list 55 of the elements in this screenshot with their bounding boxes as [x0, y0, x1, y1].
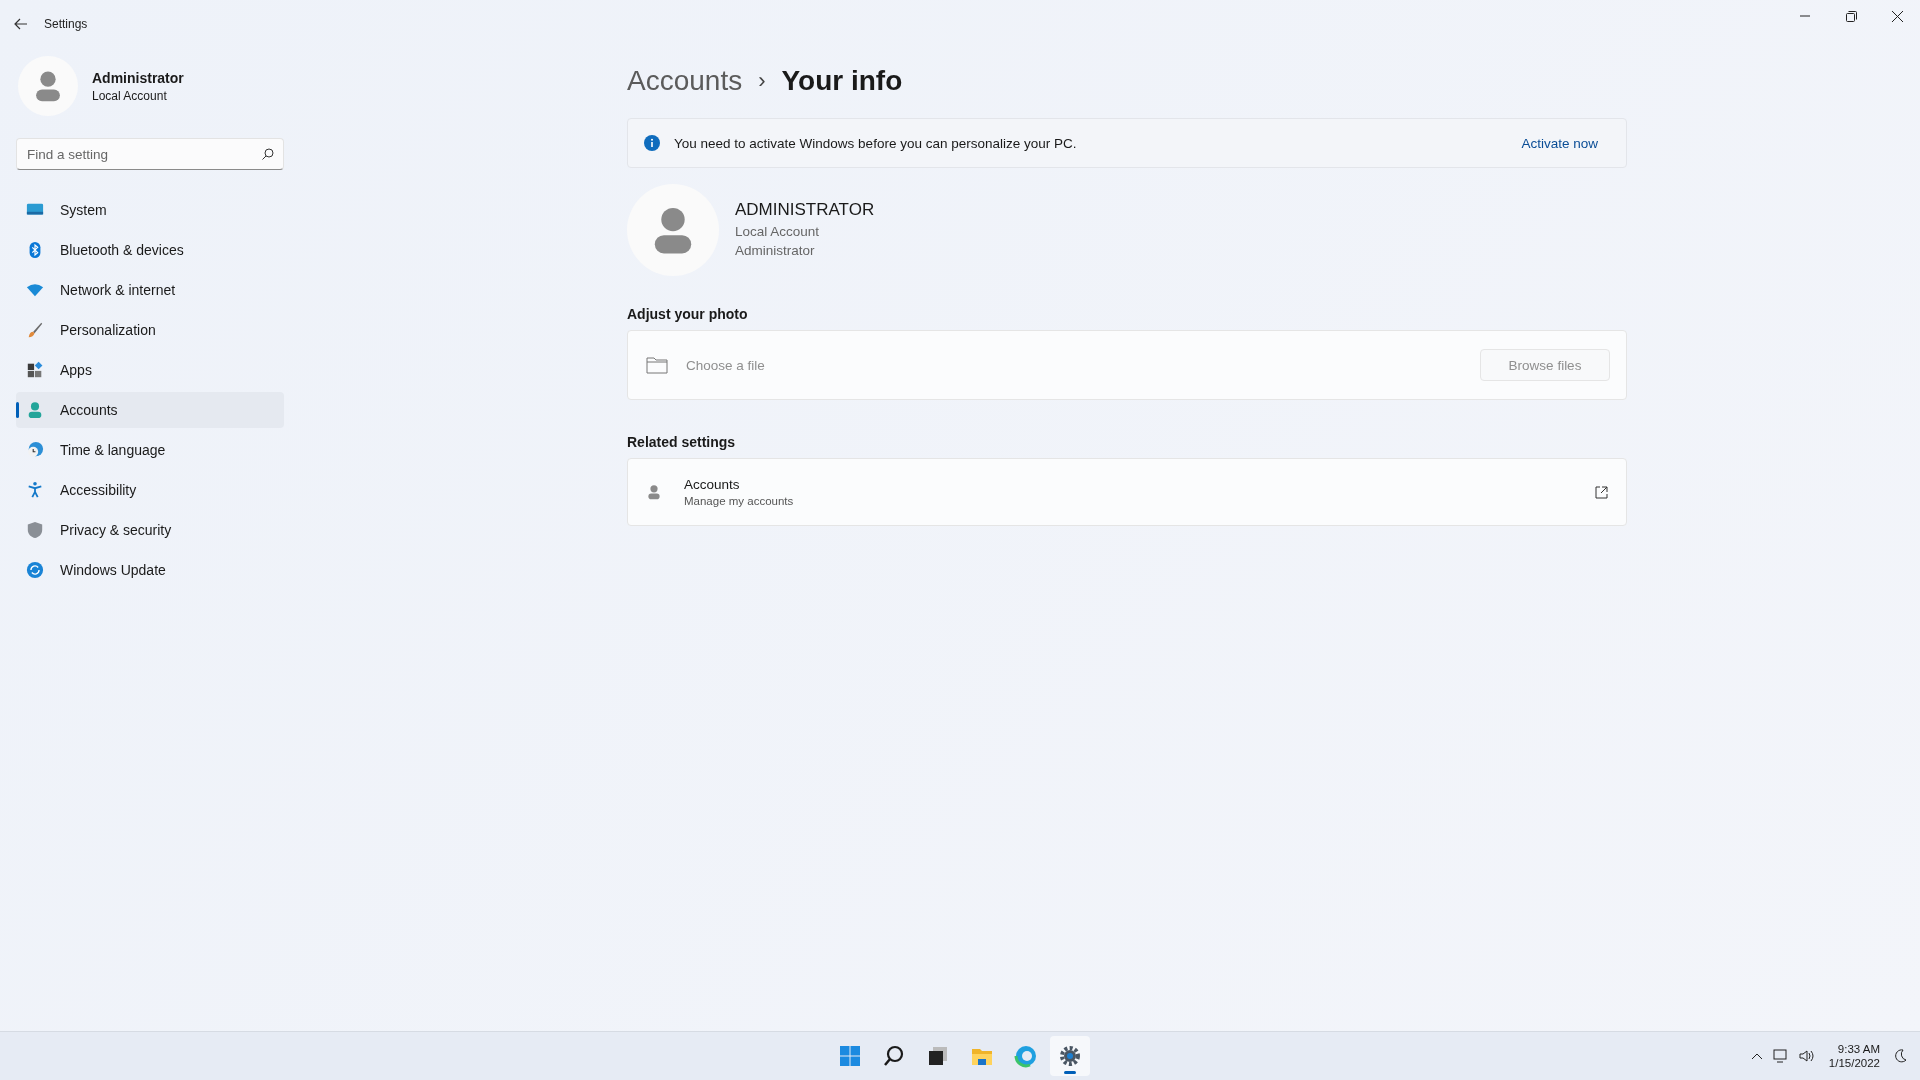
- search-icon: [262, 148, 274, 160]
- page-title: Your info: [781, 65, 903, 97]
- volume-icon[interactable]: [1798, 1049, 1815, 1063]
- info-icon: [644, 135, 660, 151]
- sidebar-item[interactable]: Bluetooth & devices: [16, 232, 284, 268]
- restore-icon: [1845, 10, 1857, 22]
- sidebar-item[interactable]: Accessibility: [16, 472, 284, 508]
- sidebar-item[interactable]: System: [16, 192, 284, 228]
- person-icon: [26, 401, 44, 419]
- related-setting-link[interactable]: Accounts Manage my accounts: [627, 458, 1627, 526]
- task-view-icon: [926, 1044, 950, 1068]
- sidebar-item[interactable]: Accounts: [16, 392, 284, 428]
- globe-clock-icon: [26, 441, 44, 459]
- activate-link[interactable]: Activate now: [1521, 135, 1598, 151]
- banner-message: You need to activate Windows before you can personalize your PC.: [674, 135, 1077, 151]
- section-heading: Related settings: [627, 434, 737, 450]
- taskbar-button[interactable]: [1050, 1036, 1090, 1076]
- back-button[interactable]: [14, 17, 28, 31]
- sidebar-item[interactable]: Privacy & security: [16, 512, 284, 548]
- refresh-icon: [26, 561, 44, 579]
- moon-icon[interactable]: [1894, 1049, 1908, 1063]
- person-icon: [646, 484, 662, 500]
- section-heading: Adjust your photo: [627, 306, 749, 322]
- wifi-icon: [26, 281, 44, 299]
- start-icon: [838, 1044, 862, 1068]
- link-title: Accounts: [684, 477, 741, 492]
- close-icon: [1891, 10, 1903, 22]
- profile-name: Administrator: [92, 69, 184, 86]
- accessibility-icon: [26, 481, 44, 499]
- breadcrumb-link[interactable]: Accounts: [627, 65, 743, 97]
- link-subtitle: Manage my accounts: [684, 495, 794, 507]
- breadcrumb-separator: ›: [758, 68, 766, 94]
- shield-icon: [26, 521, 44, 539]
- choose-file-label: Choose a file: [686, 357, 765, 373]
- sidebar-item[interactable]: Windows Update: [16, 552, 284, 588]
- user-role: Administrator: [735, 243, 816, 258]
- external-link-icon: [1595, 485, 1608, 499]
- chevron-up-icon[interactable]: [1750, 1052, 1763, 1060]
- browser-icon: [1014, 1044, 1038, 1068]
- gear-icon: [1058, 1044, 1082, 1068]
- sidebar-item[interactable]: Personalization: [16, 312, 284, 348]
- account-type: Local Account: [735, 224, 821, 239]
- folder-icon: [646, 356, 668, 374]
- user-name: ADMINISTRATOR: [735, 200, 875, 220]
- paintbrush-icon: [26, 321, 44, 339]
- network-icon[interactable]: [1772, 1049, 1789, 1063]
- sidebar-item[interactable]: Network & internet: [16, 272, 284, 308]
- sidebar-item[interactable]: Time & language: [16, 432, 284, 468]
- window-title: Settings: [44, 17, 88, 31]
- sidebar-item[interactable]: Apps: [16, 352, 284, 388]
- apps-icon: [26, 361, 44, 379]
- search-field[interactable]: Find a setting: [16, 138, 284, 170]
- account-type: Local Account: [92, 88, 168, 103]
- clock[interactable]: 9:33 AM 1/15/2022: [1824, 1043, 1884, 1069]
- search-icon: [882, 1044, 906, 1068]
